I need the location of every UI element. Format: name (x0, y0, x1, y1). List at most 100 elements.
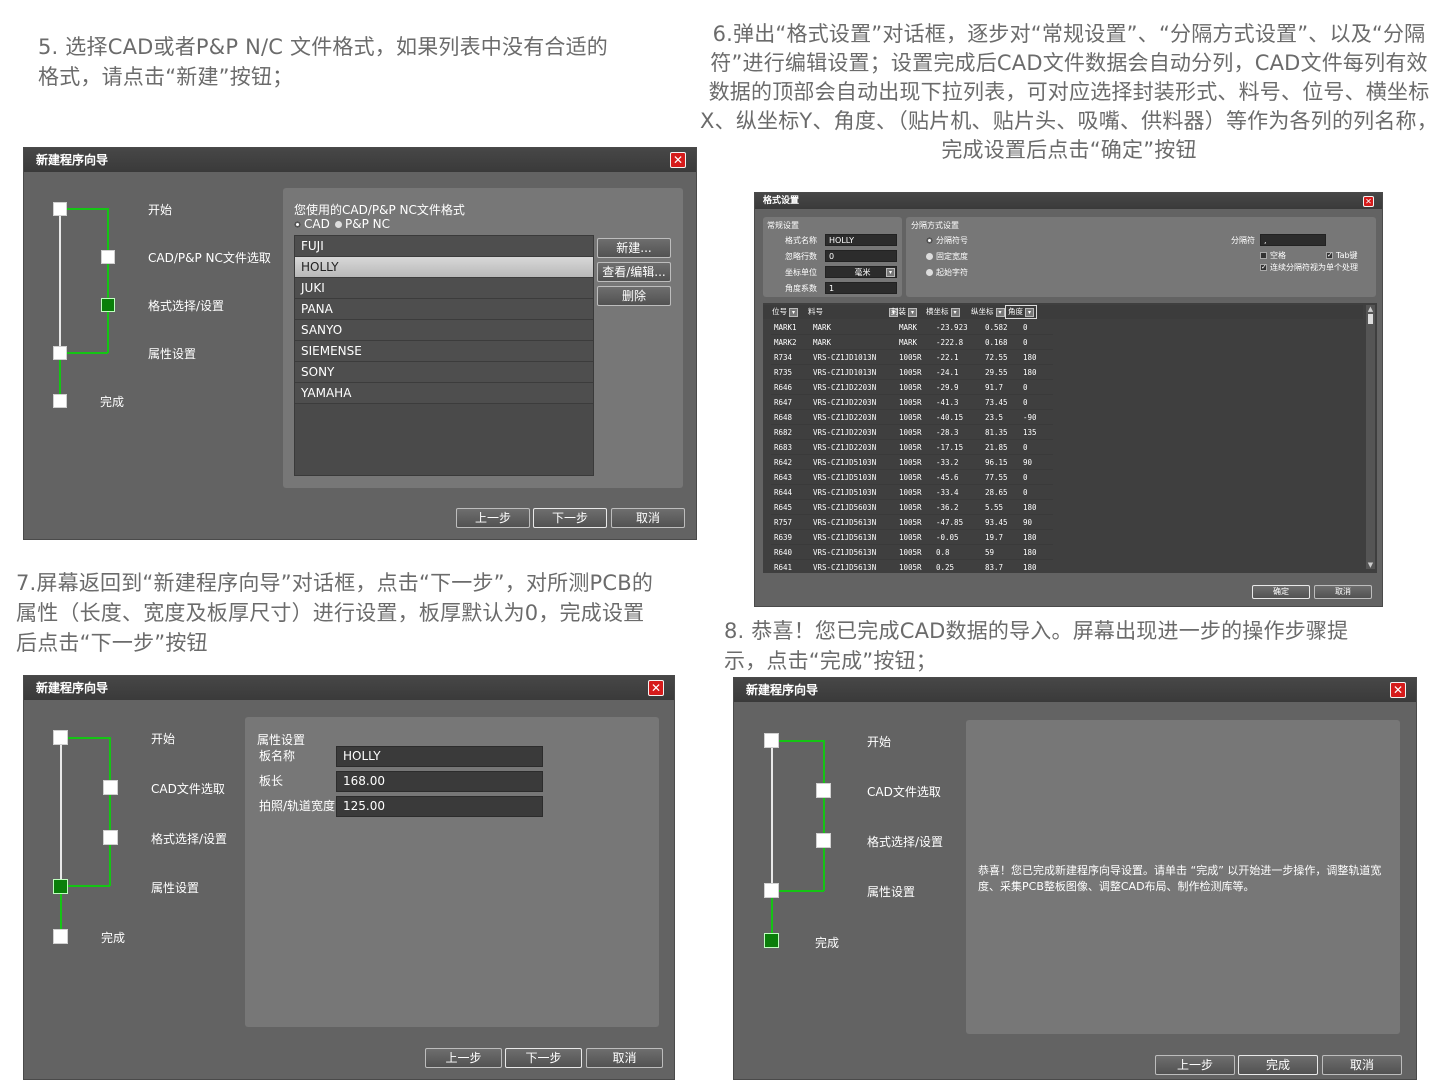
close-button[interactable]: ✕ (1363, 196, 1374, 207)
table-cell: VRS-CZ1JD5103N (810, 454, 896, 470)
format-list-item[interactable]: YAMAHA (295, 383, 593, 404)
format-list-item[interactable]: SANYO (295, 320, 593, 341)
delimiter-field[interactable]: , (1260, 234, 1326, 246)
dialog-title: 新建程序向导 (734, 678, 1416, 702)
close-button[interactable]: ✕ (1390, 682, 1406, 698)
view-edit-button[interactable]: 查看/编辑... (597, 262, 671, 282)
table-cell: 1005R (896, 409, 933, 425)
radio-pnp[interactable]: P&P NC (335, 217, 390, 231)
table-cell: VRS-CZ1JD5613N (810, 559, 896, 573)
table-cell: 1005R (896, 484, 933, 500)
table-cell: 180 (1020, 559, 1053, 573)
ok-button[interactable]: 确定 (1252, 585, 1310, 599)
radio-start-char[interactable]: 起始字符 (926, 267, 968, 278)
board-width-field[interactable]: 125.00 (336, 796, 543, 817)
format-list-item[interactable]: HOLLY (295, 257, 593, 278)
table-cell: 83.7 (982, 559, 1020, 573)
next-button[interactable]: 下一步 (533, 508, 607, 528)
format-list-item[interactable]: SIEMENSE (295, 341, 593, 362)
table-cell: R734 (771, 349, 810, 365)
step-label-file-select: CAD/P&P NC文件选取 (148, 251, 271, 265)
table-cell: -22.1 (933, 349, 982, 365)
table-cell: 1005R (896, 439, 933, 455)
step-node-finish (53, 394, 67, 408)
tree-connector (771, 741, 773, 891)
close-button[interactable]: ✕ (648, 680, 664, 696)
skip-rows-field[interactable]: 0 (825, 250, 897, 262)
cancel-button[interactable]: 取消 (586, 1048, 663, 1068)
delete-button[interactable]: 删除 (597, 286, 671, 306)
panel-title: 属性设置 (257, 733, 306, 747)
close-button[interactable]: ✕ (670, 152, 686, 168)
cancel-button[interactable]: 取消 (1322, 1055, 1402, 1075)
message-panel: 恭喜！您已完成新建程序向导设置。请单击 “完成” 以开始进一步操作，调整轨道宽度… (966, 720, 1400, 1034)
prev-button[interactable]: 上一步 (456, 508, 530, 528)
board-length-field[interactable]: 168.00 (336, 771, 543, 792)
step-label-properties: 属性设置 (148, 347, 197, 361)
table-cell: 1005R (896, 424, 933, 440)
radio-cad[interactable]: CAD (294, 217, 330, 231)
table-cell: -28.3 (933, 424, 982, 440)
table-cell: R683 (771, 439, 810, 455)
checkbox-space[interactable]: 空格 (1260, 250, 1286, 261)
finish-button[interactable]: 完成 (1238, 1055, 1318, 1075)
format-list-item[interactable]: JUKI (295, 278, 593, 299)
format-list-item[interactable]: SONY (295, 362, 593, 383)
step-label-start: 开始 (151, 732, 176, 746)
column-dropdown[interactable]: 横坐标 ▾ (926, 305, 960, 319)
column-dropdown[interactable]: 位号 ▾ (772, 305, 798, 319)
next-button[interactable]: 下一步 (505, 1048, 582, 1068)
scroll-down-icon[interactable]: ▼ (1366, 561, 1375, 569)
format-name-field[interactable]: HOLLY (825, 234, 897, 246)
radio-fixed-width[interactable]: 固定宽度 (926, 251, 968, 262)
dialog-title: 新建程序向导 (24, 676, 674, 700)
table-cell: 180 (1020, 349, 1053, 365)
new-program-wizard-dialog-step7: 新建程序向导 ✕ 开始 CAD文件选取 格式选择/设置 属性设置 完成 属性设置… (23, 675, 675, 1080)
caption-step6: 6.弹出“格式设置”对话框，逐步对“常规设置”、“分隔方式设置”、以及“分隔符”… (700, 22, 1438, 162)
properties-panel: 属性设置 板名称 HOLLY 板长 168.00 拍照/轨道宽度 125.00 (245, 717, 659, 1027)
cancel-button[interactable]: 取消 (611, 508, 685, 528)
new-format-button[interactable]: 新建... (597, 238, 671, 258)
scroll-up-icon[interactable]: ▲ (1366, 305, 1375, 313)
table-cell: -33.2 (933, 454, 982, 470)
angle-field[interactable]: 1 (825, 282, 897, 294)
tree-connector (107, 208, 109, 353)
unit-dropdown[interactable]: 毫米 ▾ (825, 266, 897, 278)
prev-button[interactable]: 上一步 (425, 1048, 502, 1068)
cancel-button[interactable]: 取消 (1314, 585, 1372, 599)
scrollbar[interactable]: ▲ ▼ (1366, 305, 1375, 569)
table-cell: -45.6 (933, 469, 982, 485)
table-cell: R640 (771, 544, 810, 560)
table-cell: 91.7 (982, 379, 1020, 395)
column-dropdown[interactable]: 料号 ▾ (808, 305, 898, 319)
panel-title: 您使用的CAD/P&P NC文件格式 (294, 203, 465, 217)
format-list-item[interactable]: PANA (295, 299, 593, 320)
table-cell: VRS-CZ1JD1013N (810, 349, 896, 365)
separator-settings-panel: 分隔方式设置 分隔符号 固定宽度 起始字符 分隔符 , 空格 ✓ Tab键 ✓ 连续… (906, 217, 1376, 297)
checkbox-tab[interactable]: ✓ Tab键 (1326, 250, 1358, 261)
table-cell: MARK (896, 334, 933, 350)
table-cell: 0 (1020, 320, 1053, 335)
prev-button[interactable]: 上一步 (1155, 1055, 1235, 1075)
table-cell: 0 (1020, 439, 1053, 455)
scroll-thumb[interactable] (1368, 314, 1373, 324)
radio-unselected-icon (926, 253, 933, 260)
table-cell: 180 (1020, 544, 1053, 560)
table-cell: 0.582 (982, 320, 1020, 335)
radio-delimiter[interactable]: 分隔符号 (926, 235, 968, 246)
table-cell: 5.55 (982, 499, 1020, 515)
table-row: R735 VRS-CZ1JD1013N 1005R -24.1 29.55 180 (771, 364, 1053, 380)
column-dropdown[interactable]: 角度 ▾ (1005, 305, 1037, 319)
format-list[interactable]: FUJI HOLLY JUKI PANA SANYO SIEMENSE SONY YAMAHA (294, 235, 594, 476)
format-list-item[interactable]: FUJI (295, 236, 593, 257)
tree-connector (67, 885, 110, 887)
caption-step7: 7.屏幕返回到“新建程序向导”对话框，点击“下一步”，对所测PCB的属性（长度、… (16, 571, 654, 655)
step-label-start: 开始 (148, 203, 173, 217)
checkbox-merge[interactable]: ✓ 连续分隔符视为单个处理 (1260, 262, 1358, 273)
column-dropdown[interactable]: 封装 ▾ (891, 305, 917, 319)
table-row: R644 VRS-CZ1JD5103N 1005R -33.4 28.65 0 (771, 484, 1053, 500)
step-node-finish (53, 929, 68, 944)
board-name-field[interactable]: HOLLY (336, 746, 543, 767)
data-grid[interactable]: 位号 ▾ 料号 ▾ 封装 ▾ 横坐标 ▾ 纵坐标 ▾ 角度 ▾ MARK1 MARK MARK -… (763, 303, 1377, 573)
column-dropdown[interactable]: 纵坐标 ▾ (971, 305, 1005, 319)
